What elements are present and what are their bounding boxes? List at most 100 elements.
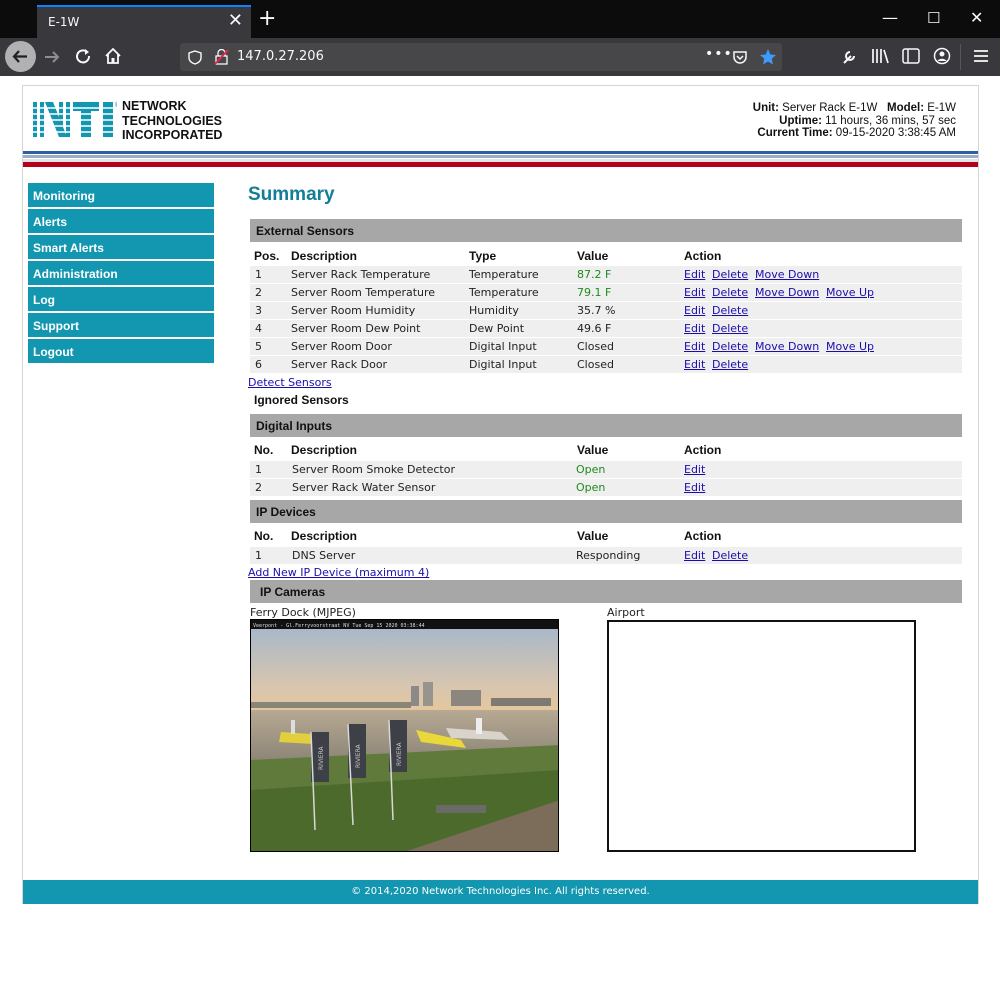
tracking-shield-icon[interactable] xyxy=(188,50,202,65)
col-no: No. xyxy=(254,529,274,543)
pocket-icon[interactable] xyxy=(732,49,748,65)
row-value: 79.1 F xyxy=(577,286,612,299)
company-name-line3: INCORPORATED xyxy=(122,128,223,142)
insecure-lock-icon[interactable] xyxy=(214,49,229,65)
browser-chrome: E-1W ✕ + — ☐ ✕ 147.0.27.206 ••• xyxy=(0,0,1000,76)
delete-link[interactable]: Delete xyxy=(712,304,748,317)
detect-sensors-link[interactable]: Detect Sensors xyxy=(248,376,332,389)
header-stripe xyxy=(23,162,978,167)
header-stripe xyxy=(23,155,978,158)
edit-link[interactable]: Edit xyxy=(684,549,705,562)
col-description: Description xyxy=(291,443,358,457)
flag-text: RIVIERA xyxy=(396,741,403,766)
row-value: Open xyxy=(576,463,606,476)
new-tab-icon[interactable]: + xyxy=(258,7,276,31)
library-icon[interactable] xyxy=(871,47,891,65)
edit-link[interactable]: Edit xyxy=(684,286,705,299)
tab-title: E-1W xyxy=(48,15,80,29)
uptime-label: Uptime: xyxy=(779,114,822,127)
url-bar[interactable]: 147.0.27.206 ••• xyxy=(180,43,782,71)
unit-info: Unit: Server Rack E-1W Model: E-1W Uptim… xyxy=(753,102,956,140)
row-description: Server Rack Door xyxy=(291,358,388,371)
table-row: 1 Server Room Smoke Detector Open Edit xyxy=(250,461,962,478)
move-up-link[interactable]: Move Up xyxy=(826,340,874,353)
row-description: Server Room Temperature xyxy=(291,286,436,299)
col-value: Value xyxy=(577,529,609,543)
delete-link[interactable]: Delete xyxy=(712,340,748,353)
sidebar-item-log[interactable]: Log xyxy=(28,287,214,311)
table-row: 4 Server Room Dew Point Dew Point 49.6 F Edi… xyxy=(250,320,962,337)
delete-link[interactable]: Delete xyxy=(712,286,748,299)
current-time-value: 09-15-2020 3:38:45 AM xyxy=(835,127,956,139)
table-row: 1 Server Rack Temperature Temperature 87.2 … xyxy=(250,266,962,283)
move-up-link[interactable]: Move Up xyxy=(826,286,874,299)
account-icon[interactable] xyxy=(933,47,951,65)
delete-link[interactable]: Delete xyxy=(712,322,748,335)
edit-link[interactable]: Edit xyxy=(684,304,705,317)
page-footer: © 2014,2020 Network Technologies Inc. Al… xyxy=(23,880,978,904)
table-row: 6 Server Rack Door Digital Input Closed Edit… xyxy=(250,356,962,373)
maximize-icon[interactable]: ☐ xyxy=(927,9,940,27)
delete-link[interactable]: Delete xyxy=(712,358,748,371)
move-down-link[interactable]: Move Down xyxy=(755,268,819,281)
company-name-line1: NETWORK xyxy=(122,99,187,113)
row-description: Server Room Door xyxy=(291,340,392,353)
sidebar-item-support[interactable]: Support xyxy=(28,313,214,337)
delete-link[interactable]: Delete xyxy=(712,268,748,281)
row-description: Server Room Smoke Detector xyxy=(292,463,455,476)
model-value: E-1W xyxy=(927,102,956,114)
add-ip-device-link[interactable]: Add New IP Device (maximum 4) xyxy=(248,566,429,579)
row-pos: 6 xyxy=(255,358,262,371)
forward-arrow-icon[interactable] xyxy=(42,47,62,67)
header-stripe xyxy=(23,151,978,154)
sidebar-nav: Monitoring Alerts Smart Alerts Administr… xyxy=(28,183,214,365)
toolbar-divider xyxy=(960,44,961,70)
table-row: 3 Server Room Humidity Humidity 35.7 % Edit D… xyxy=(250,302,962,319)
camera1-feed[interactable]: Veerpont - Gl.Ferryvoorstraat NV Tue Sep… xyxy=(250,619,559,852)
minimize-icon[interactable]: — xyxy=(882,8,898,27)
window-close-icon[interactable]: ✕ xyxy=(970,8,983,27)
unit-label: Unit: xyxy=(752,102,779,114)
row-value: Open xyxy=(576,481,606,494)
uptime-value: 11 hours, 36 mins, 57 sec xyxy=(825,114,956,127)
row-value: 49.6 F xyxy=(577,322,612,335)
row-type: Digital Input xyxy=(469,358,537,371)
table-row: 2 Server Room Temperature Temperature 79.1 … xyxy=(250,284,962,301)
hamburger-menu-icon[interactable] xyxy=(973,48,989,64)
camera2-feed[interactable] xyxy=(607,620,916,852)
edit-link[interactable]: Edit xyxy=(684,340,705,353)
unit-value: Server Rack E-1W xyxy=(782,102,878,114)
sidebar-item-alerts[interactable]: Alerts xyxy=(28,209,214,233)
edit-link[interactable]: Edit xyxy=(684,268,705,281)
table-row: 1 DNS Server Responding Edit Delete xyxy=(250,547,962,564)
sidebar-toggle-icon[interactable] xyxy=(902,48,920,64)
page-actions-icon[interactable]: ••• xyxy=(705,46,733,62)
sidebar-item-administration[interactable]: Administration xyxy=(28,261,214,285)
sidebar-item-logout[interactable]: Logout xyxy=(28,339,214,363)
back-button[interactable] xyxy=(5,41,36,72)
bookmark-star-icon[interactable] xyxy=(759,48,777,66)
wrench-icon[interactable] xyxy=(841,47,859,65)
company-name: NETWORK TECHNOLOGIES INCORPORATED xyxy=(122,99,222,143)
edit-link[interactable]: Edit xyxy=(684,322,705,335)
camera1-label: Ferry Dock (MJPEG) xyxy=(250,606,356,619)
close-tab-icon[interactable]: ✕ xyxy=(228,10,243,32)
delete-link[interactable]: Delete xyxy=(712,549,748,562)
col-value: Value xyxy=(577,249,609,263)
reload-icon[interactable] xyxy=(74,47,94,67)
camera2-label: Airport xyxy=(607,606,645,619)
edit-link[interactable]: Edit xyxy=(684,463,705,476)
edit-link[interactable]: Edit xyxy=(684,358,705,371)
move-down-link[interactable]: Move Down xyxy=(755,340,819,353)
sidebar-item-monitoring[interactable]: Monitoring xyxy=(28,183,214,207)
row-value: 35.7 % xyxy=(577,304,616,317)
move-down-link[interactable]: Move Down xyxy=(755,286,819,299)
edit-link[interactable]: Edit xyxy=(684,481,705,494)
browser-tab[interactable]: E-1W ✕ xyxy=(37,5,251,38)
row-description: Server Room Dew Point xyxy=(291,322,421,335)
row-no: 1 xyxy=(255,463,262,476)
home-icon[interactable] xyxy=(103,46,123,66)
url-text[interactable]: 147.0.27.206 xyxy=(237,49,324,64)
company-name-line2: TECHNOLOGIES xyxy=(122,113,223,128)
sidebar-item-smart-alerts[interactable]: Smart Alerts xyxy=(28,235,214,259)
